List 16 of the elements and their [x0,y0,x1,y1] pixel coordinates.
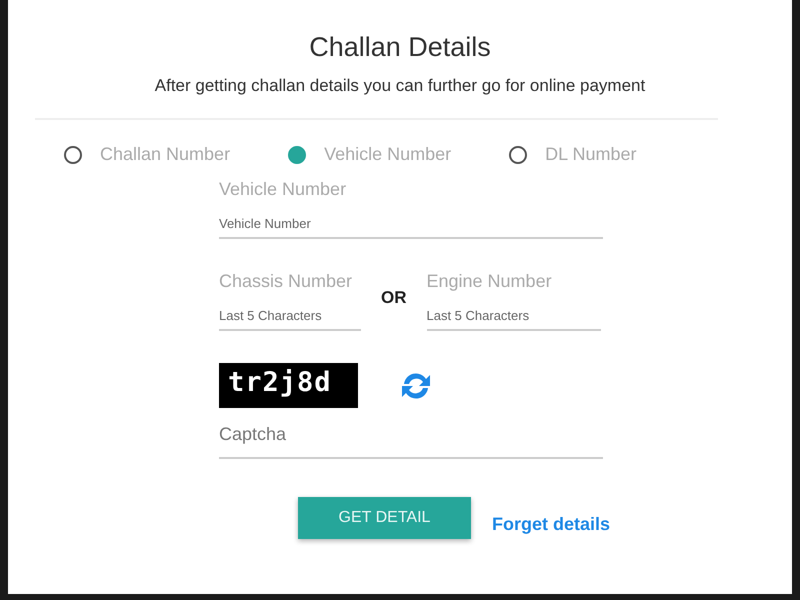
captcha-image: tr2j8d [219,363,358,408]
get-detail-button[interactable]: GET DETAIL [298,497,471,539]
field-label: Engine Number [426,271,553,292]
input-field[interactable]: Vehicle Number [219,200,603,239]
input-field[interactable]: Last 5 Characters [219,292,361,331]
subtitle: After getting challan details you can further go for online payment [154,76,646,96]
input-field[interactable]: Last 5 Characters [426,292,600,331]
radio-option[interactable]: Vehicle Number [288,144,452,165]
radio-option[interactable]: Challan Number [64,144,230,165]
field-label: Vehicle Number [219,179,348,200]
page-title: Challan Details [309,32,491,63]
radio-option[interactable]: DL Number [509,144,637,165]
or-separator: OR [381,288,406,308]
forget-details-link[interactable]: Forget details [492,514,610,534]
captcha-field[interactable]: Captcha [219,408,603,459]
field-label: Chassis Number [219,271,354,292]
